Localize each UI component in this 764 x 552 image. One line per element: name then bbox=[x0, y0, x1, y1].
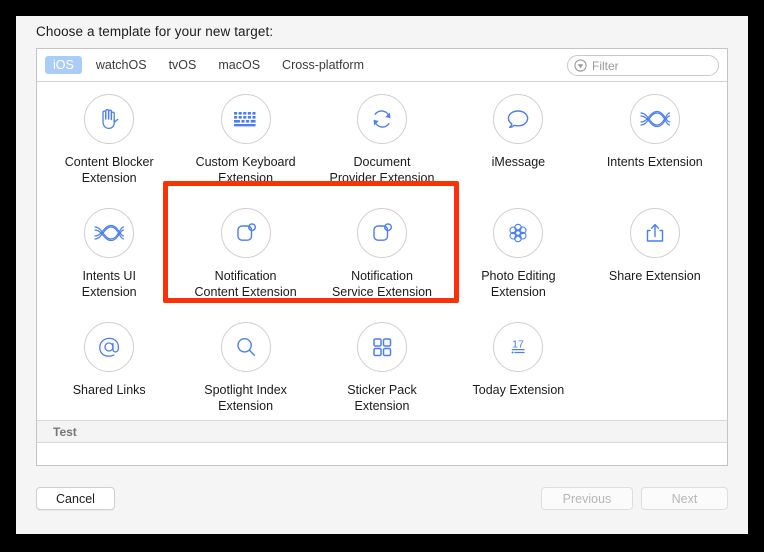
template-item-label: Sticker Pack Extension bbox=[347, 383, 417, 413]
template-item-label: Today Extension bbox=[472, 383, 565, 397]
section-header-test: Test bbox=[37, 420, 727, 443]
intents-weave-icon bbox=[84, 208, 135, 258]
flower-petals-icon bbox=[493, 208, 544, 258]
template-item-spotlight-index[interactable]: Spotlight Index Extension bbox=[177, 322, 313, 436]
template-grid: Content Blocker Extension Custom Keyboar… bbox=[37, 82, 727, 436]
speech-bubble-icon bbox=[493, 94, 544, 144]
template-chooser-window: Choose a template for your new target: i… bbox=[16, 16, 748, 534]
hand-icon bbox=[84, 94, 135, 144]
template-item-label: Notification Content Extension bbox=[194, 269, 297, 299]
svg-text:17: 17 bbox=[513, 339, 525, 351]
page-title: Choose a template for your new target: bbox=[36, 24, 274, 39]
tab-cross-platform[interactable]: Cross-platform bbox=[274, 56, 372, 74]
template-item-notification-content[interactable]: Notification Content Extension bbox=[177, 208, 313, 322]
template-item-content-blocker[interactable]: Content Blocker Extension bbox=[41, 94, 177, 208]
intents-weave-icon bbox=[629, 94, 680, 144]
refresh-circular-icon bbox=[356, 94, 407, 144]
template-item-label: Share Extension bbox=[608, 269, 701, 283]
tab-watchos[interactable]: watchOS bbox=[88, 56, 155, 74]
template-item-label: Intents UI Extension bbox=[81, 269, 137, 299]
template-item-photo-editing[interactable]: Photo Editing Extension bbox=[450, 208, 586, 322]
template-item-document-provider[interactable]: Document Provider Extension bbox=[314, 94, 450, 208]
next-button[interactable]: Next bbox=[641, 487, 728, 510]
template-item-intents-ui[interactable]: Intents UI Extension bbox=[41, 208, 177, 322]
template-item-empty bbox=[587, 322, 723, 436]
filter-icon bbox=[574, 59, 587, 72]
filter-placeholder: Filter bbox=[592, 58, 619, 73]
template-item-label: Document Provider Extension bbox=[329, 155, 435, 185]
tab-tvos[interactable]: tvOS bbox=[161, 56, 205, 74]
tab-ios[interactable]: iOS bbox=[45, 56, 82, 74]
keyboard-icon bbox=[220, 94, 271, 144]
previous-button[interactable]: Previous bbox=[541, 487, 633, 510]
share-upload-icon bbox=[629, 208, 680, 258]
template-item-label: Intents Extension bbox=[606, 155, 703, 169]
template-grid-scrollarea: Content Blocker Extension Custom Keyboar… bbox=[37, 82, 727, 443]
notification-badge-icon bbox=[356, 208, 407, 258]
cancel-button[interactable]: Cancel bbox=[36, 487, 115, 510]
notification-badge-icon bbox=[220, 208, 271, 258]
magnifier-icon bbox=[220, 322, 271, 372]
template-item-label: iMessage bbox=[491, 155, 546, 169]
template-item-imessage[interactable]: iMessage bbox=[450, 94, 586, 208]
template-item-custom-keyboard[interactable]: Custom Keyboard Extension bbox=[177, 94, 313, 208]
template-item-label: Content Blocker Extension bbox=[64, 155, 154, 185]
today-calendar-17-icon: 17 bbox=[493, 322, 544, 372]
template-item-sticker-pack[interactable]: Sticker Pack Extension bbox=[314, 322, 450, 436]
template-item-shared-links[interactable]: Shared Links bbox=[41, 322, 177, 436]
grid-squares-icon bbox=[356, 322, 407, 372]
template-browser-panel: iOS watchOS tvOS macOS Cross-platform Fi… bbox=[36, 48, 728, 466]
tab-macos[interactable]: macOS bbox=[210, 56, 268, 74]
template-item-label: Spotlight Index Extension bbox=[204, 383, 287, 413]
section-header-label: Test bbox=[53, 424, 77, 439]
template-item-label: Notification Service Extension bbox=[331, 269, 433, 299]
platform-tab-bar: iOS watchOS tvOS macOS Cross-platform Fi… bbox=[37, 49, 727, 82]
filter-field[interactable]: Filter bbox=[567, 55, 719, 76]
template-item-label: Custom Keyboard Extension bbox=[195, 155, 296, 185]
template-item-notification-service[interactable]: Notification Service Extension bbox=[314, 208, 450, 322]
template-item-label: Shared Links bbox=[72, 383, 146, 397]
at-sign-icon bbox=[84, 322, 135, 372]
template-item-share-extension[interactable]: Share Extension bbox=[587, 208, 723, 322]
template-item-intents-extension[interactable]: Intents Extension bbox=[587, 94, 723, 208]
template-item-today-extension[interactable]: 17 Today Extension bbox=[450, 322, 586, 436]
template-item-label: Photo Editing Extension bbox=[481, 269, 556, 299]
